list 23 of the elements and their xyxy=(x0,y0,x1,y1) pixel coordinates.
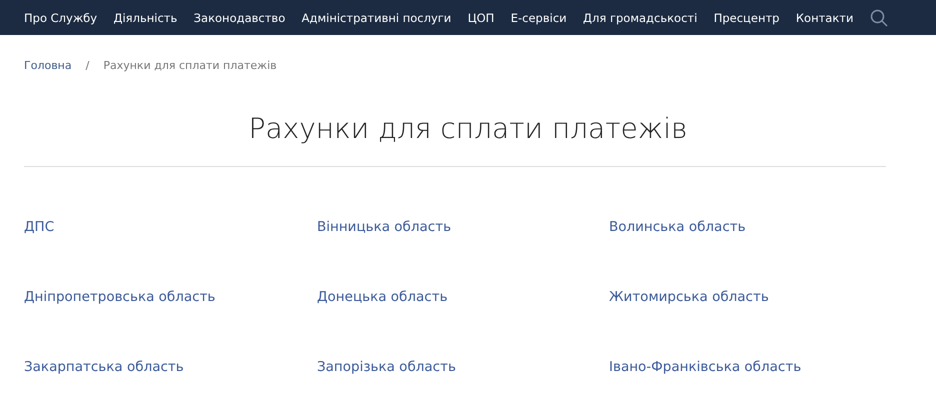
region-link[interactable]: Волинська область xyxy=(609,219,746,235)
nav-link[interactable]: ЦОП xyxy=(468,10,494,24)
region-link[interactable]: Запорізька область xyxy=(317,359,456,375)
nav-link[interactable]: Для громадськості xyxy=(583,10,698,24)
nav-link[interactable]: Адміністративні послуги xyxy=(302,10,452,24)
region-link[interactable]: Донецька область xyxy=(317,289,448,305)
breadcrumb-current: Рахунки для сплати платежів xyxy=(103,58,277,72)
search-icon[interactable] xyxy=(870,8,888,26)
region-link[interactable]: Вінницька область xyxy=(317,219,452,235)
region-link[interactable]: Закарпатська область xyxy=(24,359,184,375)
region-link[interactable]: Івано-Франківська область xyxy=(609,359,802,375)
breadcrumb-separator: / xyxy=(86,58,90,72)
nav-link[interactable]: Про Службу xyxy=(24,10,98,24)
region-link[interactable]: Дніпропетровська область xyxy=(24,289,216,305)
region-link[interactable]: ДПС xyxy=(24,219,54,235)
nav-link[interactable]: Контакти xyxy=(796,10,854,24)
page-title: Рахунки для сплати платежів xyxy=(248,111,688,147)
breadcrumb-link[interactable]: Головна xyxy=(24,58,72,72)
nav-link[interactable]: Законодавство xyxy=(194,10,286,24)
nav-link[interactable]: Пресцентр xyxy=(714,10,780,24)
region-link[interactable]: Житомирська область xyxy=(609,289,769,305)
nav-link[interactable]: Діяльність xyxy=(114,10,178,24)
nav-link[interactable]: Е-сервіси xyxy=(510,10,567,24)
